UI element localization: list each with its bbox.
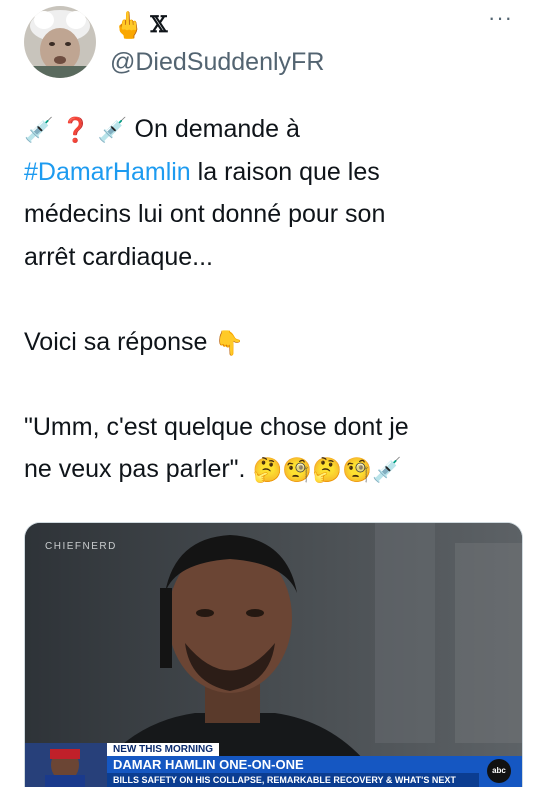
tweet-line-1: 💉 ❓ 💉 On demande à: [24, 108, 524, 151]
player-thumbnail-image: [25, 743, 107, 787]
tweet-text-segment: Voici sa réponse: [24, 327, 208, 356]
user-handle[interactable]: @DiedSuddenlyFR: [110, 47, 324, 77]
monocle-face-emoji: 🧐: [342, 457, 373, 484]
tweet-line-3: médecins lui ont donné pour son: [24, 200, 386, 228]
lower-third-title: DAMAR HAMLIN ONE-ON-ONE: [107, 756, 479, 773]
x-logo-text: 𝕏: [150, 12, 168, 38]
syringe-emoji: 💉: [372, 457, 402, 484]
display-name[interactable]: 🖕 𝕏: [112, 10, 167, 40]
tweet-line-5: Voici sa réponse 👇: [24, 321, 524, 364]
red-question-mark-emoji: ❓: [60, 116, 91, 144]
lower-third-subtitle: BILLS SAFETY ON HIS COLLAPSE, REMARKABLE…: [107, 773, 479, 787]
tweet-line-7: ne veux pas parler". 🤔🧐🤔🧐💉: [24, 448, 524, 491]
tweet-line-2: #DamarHamlin la raison que les: [24, 151, 524, 194]
more-options-icon[interactable]: ···: [488, 6, 513, 30]
monocle-face-emoji: 🧐: [282, 457, 313, 484]
syringe-emoji: 💉: [97, 117, 128, 144]
avatar-image: [24, 6, 96, 78]
tweet-media-video[interactable]: CHIEFNERD NEW THIS MORNING DAMAR HAMLIN …: [24, 522, 523, 787]
hashtag-link[interactable]: #DamarHamlin: [24, 158, 191, 186]
lower-third-thumbnail: [25, 743, 107, 787]
abc-logo-icon: abc: [487, 759, 511, 783]
pointing-down-emoji: 👇: [214, 329, 245, 357]
thinking-face-emoji: 🤔: [252, 457, 283, 484]
tweet-text-segment: ne veux pas parler".: [24, 455, 246, 483]
tweet-line-6: "Umm, c'est quelque chose dont je: [24, 412, 409, 441]
tweet-text: 💉 ❓ 💉 On demande à #DamarHamlin la raiso…: [24, 108, 524, 491]
watermark: CHIEFNERD: [45, 541, 117, 552]
tweet-text-segment: On demande à: [134, 115, 300, 143]
thinking-face-emoji: 🤔: [312, 457, 343, 484]
syringe-emoji: 💉: [24, 117, 54, 144]
avatar[interactable]: [24, 6, 96, 78]
news-lower-third: NEW THIS MORNING DAMAR HAMLIN ONE-ON-ONE…: [25, 743, 522, 787]
tweet-line-4: arrêt cardiaque...: [24, 242, 213, 271]
middle-finger-emoji: 🖕: [112, 10, 145, 40]
lower-third-tag: NEW THIS MORNING: [107, 743, 219, 756]
tweet-text-segment: la raison que les: [190, 157, 380, 186]
network-logo: abc: [479, 756, 522, 787]
